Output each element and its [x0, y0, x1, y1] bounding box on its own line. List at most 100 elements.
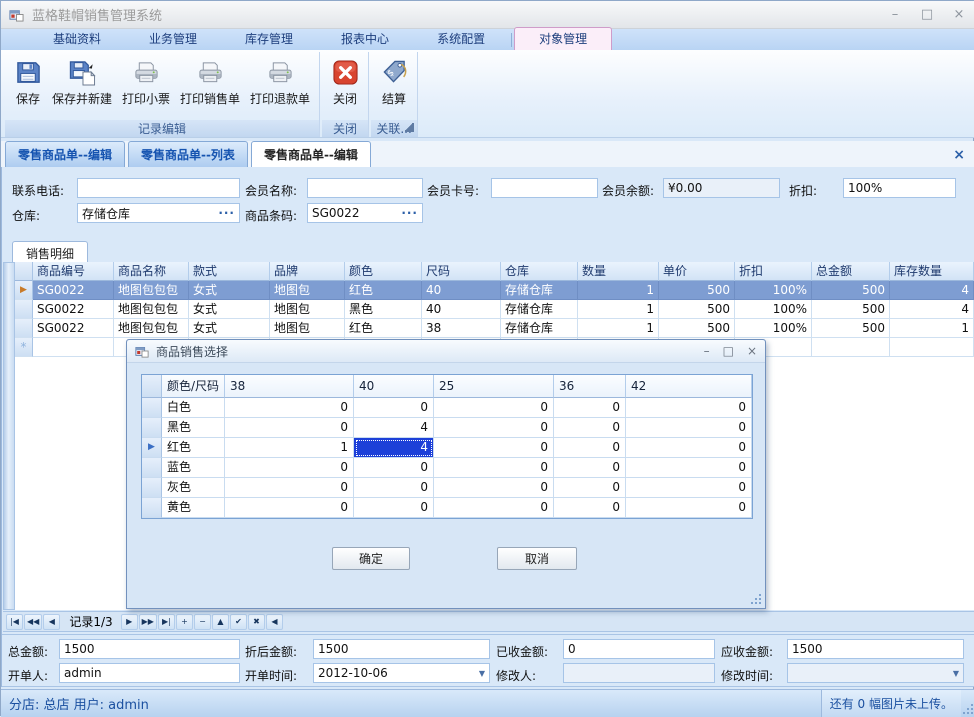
receivable-input[interactable]: 1500: [787, 639, 964, 659]
grid-cell[interactable]: 0: [225, 418, 354, 438]
grid-header-cell[interactable]: 款式: [189, 262, 270, 281]
grid-cell[interactable]: 500: [812, 319, 890, 338]
discount-input[interactable]: 100%: [843, 178, 956, 198]
grid-cell[interactable]: 红色: [345, 319, 422, 338]
grid-header-cell[interactable]: 折扣: [735, 262, 812, 281]
grid-cell[interactable]: 0: [354, 458, 434, 478]
settle-button[interactable]: $结算: [375, 54, 413, 118]
close-form-button[interactable]: 关闭: [326, 54, 364, 118]
modify-time-picker[interactable]: ▼: [787, 663, 964, 683]
grid-cell[interactable]: 存储仓库: [501, 300, 578, 319]
prev-record-button[interactable]: ◀: [43, 614, 60, 630]
grid-header-cell[interactable]: 25: [434, 375, 554, 398]
grid-header-cell[interactable]: 品牌: [270, 262, 345, 281]
ellipsis-icon[interactable]: ···: [218, 206, 235, 220]
ribbon-tab-5[interactable]: 系统配置: [413, 28, 509, 50]
grid-cell[interactable]: 0: [225, 458, 354, 478]
grid-cell[interactable]: SG0022: [33, 281, 114, 300]
grid-cell[interactable]: 500: [812, 300, 890, 319]
grid-cell[interactable]: 0: [626, 418, 752, 438]
row-indicator[interactable]: [142, 498, 162, 518]
grid-cell[interactable]: 0: [626, 478, 752, 498]
grid-cell[interactable]: 灰色: [162, 478, 225, 498]
grid-cell[interactable]: 0: [434, 458, 554, 478]
grid-cell[interactable]: 0: [554, 458, 626, 478]
grid-cell[interactable]: 0: [626, 398, 752, 418]
grid-cell[interactable]: 地图包: [270, 300, 345, 319]
grid-cell[interactable]: 40: [422, 300, 501, 319]
grid-cell[interactable]: 红色: [345, 281, 422, 300]
grid-cell[interactable]: 地图包包包: [114, 319, 189, 338]
grid-cell[interactable]: 0: [554, 498, 626, 518]
grid-cell[interactable]: 0: [354, 478, 434, 498]
cancel-edit-button[interactable]: ✖: [248, 614, 265, 630]
grid-cell[interactable]: 0: [554, 418, 626, 438]
phone-input[interactable]: [77, 178, 240, 198]
prev-page-button[interactable]: ◀◀: [24, 614, 42, 630]
post-edit-button[interactable]: ✔: [230, 614, 247, 630]
grid-cell[interactable]: 0: [434, 498, 554, 518]
grid-cell[interactable]: 500: [659, 281, 735, 300]
grid-header-cell[interactable]: 颜色: [345, 262, 422, 281]
grid-cell[interactable]: SG0022: [33, 319, 114, 338]
grid-header-cell[interactable]: 仓库: [501, 262, 578, 281]
grid-cell[interactable]: 地图包包包: [114, 281, 189, 300]
grid-cell[interactable]: [890, 338, 974, 357]
grid-header-cell[interactable]: 38: [225, 375, 354, 398]
grid-cell[interactable]: 地图包包包: [114, 300, 189, 319]
grid-cell[interactable]: 40: [422, 281, 501, 300]
grid-header-cell[interactable]: 尺码: [422, 262, 501, 281]
grid-cell[interactable]: [33, 338, 114, 357]
maximize-button[interactable]: □: [919, 7, 935, 22]
ribbon-tab-3[interactable]: 库存管理: [221, 28, 317, 50]
doc-tab-1[interactable]: 零售商品单--编辑: [5, 141, 125, 167]
grid-cell[interactable]: 蓝色: [162, 458, 225, 478]
grid-cell[interactable]: 1: [225, 438, 354, 458]
edit-record-button[interactable]: ▲: [212, 614, 229, 630]
create-time-picker[interactable]: 2012-10-06 ▼: [313, 663, 490, 683]
grid-header-cell[interactable]: 颜色/尺码: [162, 375, 225, 398]
grid-cell[interactable]: 地图包: [270, 281, 345, 300]
grid-cell[interactable]: 0: [434, 398, 554, 418]
grid-cell[interactable]: 0: [554, 398, 626, 418]
minimize-button[interactable]: –: [887, 7, 903, 22]
dialog-maximize-button[interactable]: □: [723, 344, 734, 358]
first-record-button[interactable]: |◀: [6, 614, 23, 630]
doc-tab-2[interactable]: 零售商品单--列表: [128, 141, 248, 167]
row-indicator[interactable]: [142, 458, 162, 478]
close-button[interactable]: ×: [951, 7, 967, 22]
grid-cell[interactable]: 4: [890, 281, 974, 300]
grid-cell[interactable]: 存储仓库: [501, 281, 578, 300]
barcode-picker[interactable]: SG0022 ···: [307, 203, 423, 223]
grid-cell[interactable]: 1: [578, 281, 659, 300]
grid-cell[interactable]: 0: [626, 438, 752, 458]
grid-cell[interactable]: 0: [354, 398, 434, 418]
doc-tab-3[interactable]: 零售商品单--编辑: [251, 141, 371, 167]
grid-cell[interactable]: SG0022: [33, 300, 114, 319]
print-sales-order-button[interactable]: 打印销售单: [175, 54, 245, 118]
grid-cell[interactable]: 黑色: [162, 418, 225, 438]
row-indicator[interactable]: [142, 418, 162, 438]
grid-cell[interactable]: 0: [554, 478, 626, 498]
doc-tab-close-icon[interactable]: ×: [953, 147, 965, 163]
grid-cell[interactable]: 100%: [735, 300, 812, 319]
grid-cell[interactable]: 500: [659, 319, 735, 338]
chevron-down-icon[interactable]: ▼: [953, 669, 959, 678]
window-resize-grip[interactable]: [963, 704, 973, 714]
append-record-button[interactable]: +: [176, 614, 193, 630]
total-input[interactable]: 1500: [59, 639, 240, 659]
ribbon-tab-6[interactable]: 对象管理: [514, 27, 612, 50]
grid-cell[interactable]: 0: [434, 478, 554, 498]
grid-cell[interactable]: 地图包: [270, 319, 345, 338]
save-and-new-button[interactable]: 保存并新建: [47, 54, 117, 118]
grid-cell[interactable]: 0: [225, 398, 354, 418]
grid-cell[interactable]: 1: [890, 319, 974, 338]
dialog-resize-grip[interactable]: [751, 594, 761, 604]
received-input[interactable]: 0: [563, 639, 715, 659]
grid-cell[interactable]: 100%: [735, 319, 812, 338]
grid-cell[interactable]: 黄色: [162, 498, 225, 518]
grid-header-cell[interactable]: 单价: [659, 262, 735, 281]
selected-grid-cell[interactable]: 4: [354, 438, 434, 458]
new-row-indicator[interactable]: *: [15, 338, 33, 357]
grid-cell[interactable]: 4: [354, 418, 434, 438]
